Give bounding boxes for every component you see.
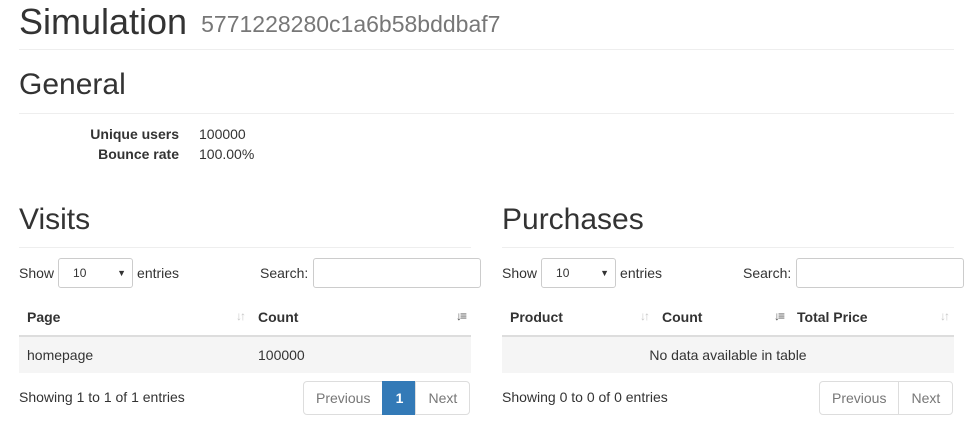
table-header-row: Page ↓↑ Count ↓≡ — [19, 299, 471, 337]
column-header-label: Product — [510, 309, 563, 325]
purchases-table: Product ↓↑ Count ↓≡ Total Price ↓↑ No da… — [502, 299, 954, 373]
search-label: Search: — [260, 265, 309, 281]
column-header-label: Total Price — [797, 309, 868, 325]
show-label: Show — [19, 265, 55, 281]
page-title-text: Simulation — [19, 1, 188, 42]
table-cell-count: 100000 — [250, 336, 471, 373]
purchases-table-info: Showing 0 to 0 of 0 entries — [502, 389, 668, 405]
column-header-label: Count — [662, 309, 703, 325]
column-header-label: Count — [258, 309, 299, 325]
entries-label: entries — [620, 265, 663, 281]
sort-both-icon: ↓↑ — [940, 309, 950, 323]
column-header-total-price[interactable]: Total Price ↓↑ — [789, 299, 954, 337]
general-stats: Unique users 100000 Bounce rate 100.00% — [19, 124, 419, 164]
empty-table-message: No data available in table — [502, 336, 954, 373]
sort-both-icon: ↓↑ — [640, 309, 650, 323]
stat-row-unique-users: Unique users 100000 — [19, 124, 419, 144]
general-section-title: General — [19, 68, 954, 114]
purchases-pagination: Previous Next — [819, 381, 954, 415]
column-header-count[interactable]: Count ↓≡ — [654, 299, 789, 337]
table-header-row: Product ↓↑ Count ↓≡ Total Price ↓↑ — [502, 299, 954, 337]
column-header-product[interactable]: Product ↓↑ — [502, 299, 654, 337]
visits-length-select[interactable]: 10 ▼ — [58, 258, 134, 288]
sort-desc-icon: ↓≡ — [455, 309, 467, 323]
caret-down-icon: ▼ — [600, 268, 610, 278]
column-header-page[interactable]: Page ↓↑ — [19, 299, 250, 337]
next-button[interactable]: Next — [898, 381, 954, 415]
purchases-length-select[interactable]: 10 ▼ — [541, 258, 617, 288]
caret-down-icon: ▼ — [117, 268, 127, 278]
visits-search-input[interactable] — [313, 258, 482, 288]
stat-label: Unique users — [90, 126, 179, 142]
visits-search-control: Search: — [260, 258, 482, 288]
column-header-label: Page — [27, 309, 61, 325]
page-1-button[interactable]: 1 — [382, 381, 417, 415]
visits-table: Page ↓↑ Count ↓≡ homepage 100000 — [19, 299, 471, 373]
table-row[interactable]: homepage 100000 — [19, 336, 471, 373]
previous-button[interactable]: Previous — [819, 381, 900, 415]
previous-button[interactable]: Previous — [303, 381, 384, 415]
length-select-value: 10 — [556, 266, 570, 280]
visits-pagination: Previous 1 Next — [303, 381, 471, 415]
visits-table-info: Showing 1 to 1 of 1 entries — [19, 389, 185, 405]
table-row: No data available in table — [502, 336, 954, 373]
purchases-length-control: Show 10 ▼ entries — [502, 258, 662, 288]
simulation-id: 5771228280c1a6b58bddbaf7 — [201, 11, 501, 37]
stat-value: 100.00% — [199, 146, 255, 162]
sort-desc-icon: ↓≡ — [773, 309, 785, 323]
visits-length-control: Show 10 ▼ entries — [19, 258, 179, 288]
stat-value: 100000 — [199, 126, 246, 142]
search-label: Search: — [743, 265, 792, 281]
stat-row-bounce-rate: Bounce rate 100.00% — [19, 144, 419, 164]
length-select-value: 10 — [73, 266, 87, 280]
sort-both-icon: ↓↑ — [236, 309, 246, 323]
purchases-search-input[interactable] — [796, 258, 965, 288]
show-label: Show — [502, 265, 538, 281]
table-cell-page: homepage — [19, 336, 250, 373]
page-title: Simulation 5771228280c1a6b58bddbaf7 — [19, 2, 954, 50]
column-header-count[interactable]: Count ↓≡ — [250, 299, 471, 337]
stat-label: Bounce rate — [98, 146, 179, 162]
visits-section-title: Visits — [19, 203, 471, 248]
purchases-section-title: Purchases — [502, 203, 954, 248]
page: Simulation 5771228280c1a6b58bddbaf7 Gene… — [0, 0, 975, 438]
entries-label: entries — [137, 265, 180, 281]
purchases-search-control: Search: — [743, 258, 965, 288]
next-button[interactable]: Next — [415, 381, 471, 415]
